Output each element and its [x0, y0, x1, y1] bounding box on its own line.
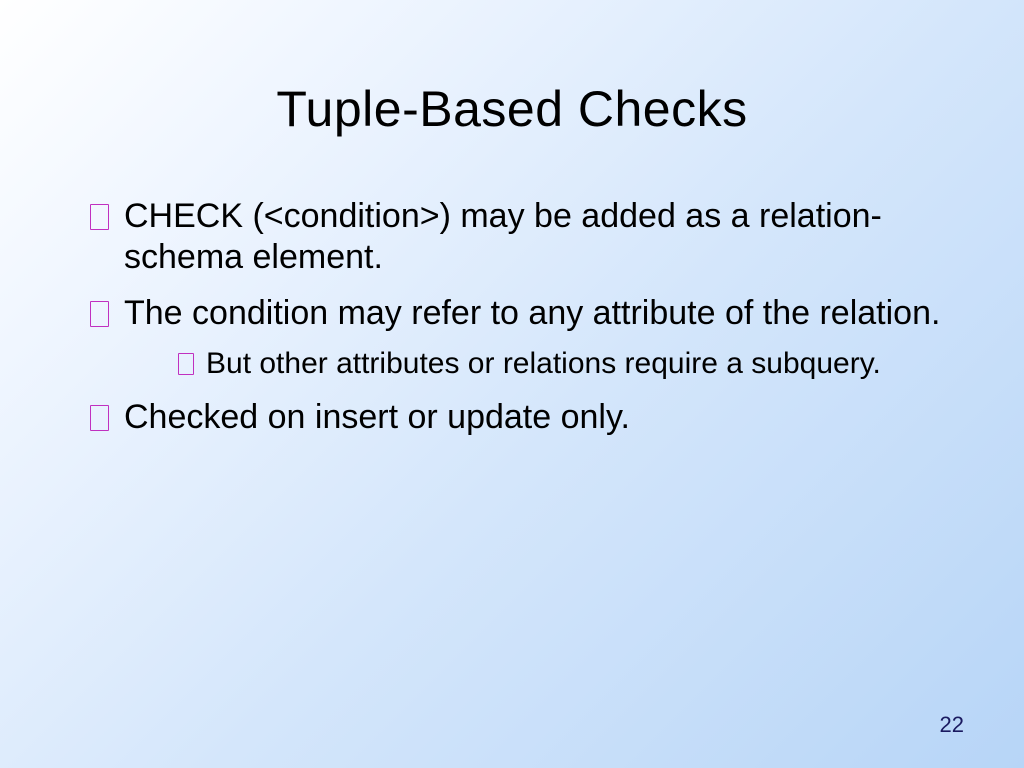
list-item: But other attributes or relations requir…: [178, 346, 954, 383]
slide: Tuple-Based Checks CHECK (<condition>) m…: [0, 0, 1024, 768]
sub-bullet-list: But other attributes or relations requir…: [124, 346, 954, 383]
bullet-text: But other attributes or relations requir…: [206, 347, 881, 380]
bullet-list: CHECK (<condition>) may be added as a re…: [70, 196, 954, 438]
bullet-text: Checked on insert or update only.: [124, 398, 630, 436]
bullet-text: CHECK (<condition>) may be added as a re…: [124, 197, 882, 276]
slide-title: Tuple-Based Checks: [70, 80, 954, 138]
list-item: CHECK (<condition>) may be added as a re…: [90, 196, 954, 279]
bullet-text: The condition may refer to any attribute…: [124, 294, 940, 332]
page-number: 22: [940, 712, 964, 738]
list-item: Checked on insert or update only.: [90, 397, 954, 438]
list-item: The condition may refer to any attribute…: [90, 293, 954, 383]
